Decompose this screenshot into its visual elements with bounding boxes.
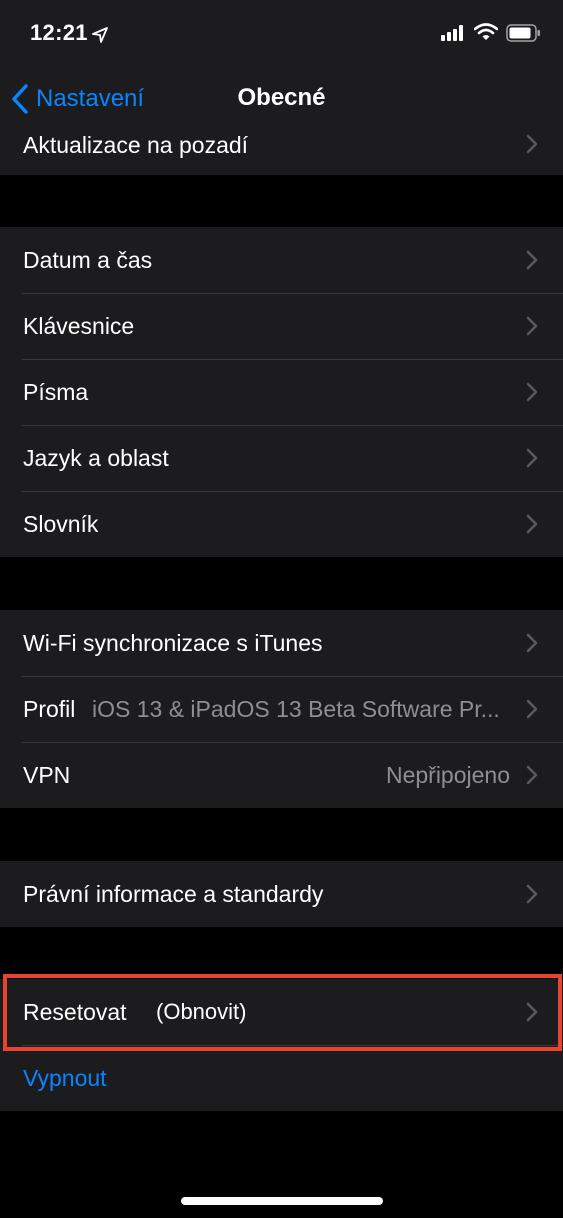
chevron-right-icon	[526, 633, 538, 653]
row-label: Slovník	[23, 510, 99, 537]
row-label: VPN	[23, 761, 71, 788]
row-resetovat[interactable]: Resetovat (Obnovit)	[0, 979, 563, 1045]
row-vypnout[interactable]: Vypnout	[0, 1045, 563, 1111]
row-label: Aktualizace na pozadí	[23, 132, 249, 158]
row-pisma[interactable]: Písma	[0, 359, 563, 425]
row-label: Profil	[23, 695, 76, 722]
cellular-signal-icon	[441, 25, 463, 41]
row-label: Písma	[23, 378, 89, 405]
chevron-right-icon	[526, 765, 538, 785]
chevron-right-icon	[526, 250, 538, 270]
location-arrow-icon	[92, 27, 108, 43]
row-aktualizace-na-pozadi[interactable]: Aktualizace na pozadí	[0, 132, 563, 175]
row-klavesnice[interactable]: Klávesnice	[0, 293, 563, 359]
row-slovnik[interactable]: Slovník	[0, 491, 563, 557]
row-label: Vypnout	[23, 1064, 107, 1091]
home-indicator[interactable]	[181, 1197, 383, 1205]
status-time: 12:21	[30, 20, 88, 45]
wifi-icon	[474, 23, 498, 40]
chevron-right-icon	[526, 448, 538, 468]
settings-group-reset: Resetovat (Obnovit) Vypnout	[0, 979, 563, 1111]
settings-group-sync: Wi-Fi synchronizace s iTunes Profil iOS …	[0, 610, 563, 808]
row-jazyk-a-oblast[interactable]: Jazyk a oblast	[0, 425, 563, 491]
chevron-right-icon	[526, 1002, 538, 1022]
settings-group-locale: Datum a čas Klávesnice Písma Jazyk a obl…	[0, 227, 563, 557]
row-label: Wi-Fi synchronizace s iTunes	[23, 629, 323, 656]
status-bar: 12:21	[0, 0, 563, 70]
translation-annotation: (Obnovit)	[156, 999, 247, 1024]
row-label: Klávesnice	[23, 312, 135, 339]
row-value: Nepřipojeno	[385, 761, 510, 788]
chevron-right-icon	[526, 382, 538, 402]
row-profil[interactable]: Profil iOS 13 & iPadOS 13 Beta Software …	[0, 676, 563, 742]
chevron-right-icon	[526, 884, 538, 904]
page-title: Obecné	[237, 84, 326, 111]
chevron-right-icon	[526, 316, 538, 336]
row-label: Datum a čas	[23, 246, 153, 273]
navigation-bar: Nastavení Obecné	[0, 70, 563, 132]
settings-group-background: Aktualizace na pozadí	[0, 132, 563, 175]
battery-icon	[506, 24, 540, 42]
settings-group-legal: Právní informace a standardy	[0, 861, 563, 927]
row-wifi-sync[interactable]: Wi-Fi synchronizace s iTunes	[0, 610, 563, 676]
row-label: Právní informace a standardy	[23, 880, 324, 907]
row-vpn[interactable]: VPN Nepřipojeno	[0, 742, 563, 808]
chevron-right-icon	[526, 514, 538, 534]
row-label: Resetovat	[23, 998, 127, 1025]
row-datum-a-cas[interactable]: Datum a čas	[0, 227, 563, 293]
row-label: Jazyk a oblast	[23, 444, 169, 471]
chevron-right-icon	[526, 699, 538, 719]
row-pravni-informace[interactable]: Právní informace a standardy	[0, 861, 563, 927]
row-value: iOS 13 & iPadOS 13 Beta Software Pr...	[92, 695, 500, 722]
chevron-right-icon	[526, 134, 538, 154]
